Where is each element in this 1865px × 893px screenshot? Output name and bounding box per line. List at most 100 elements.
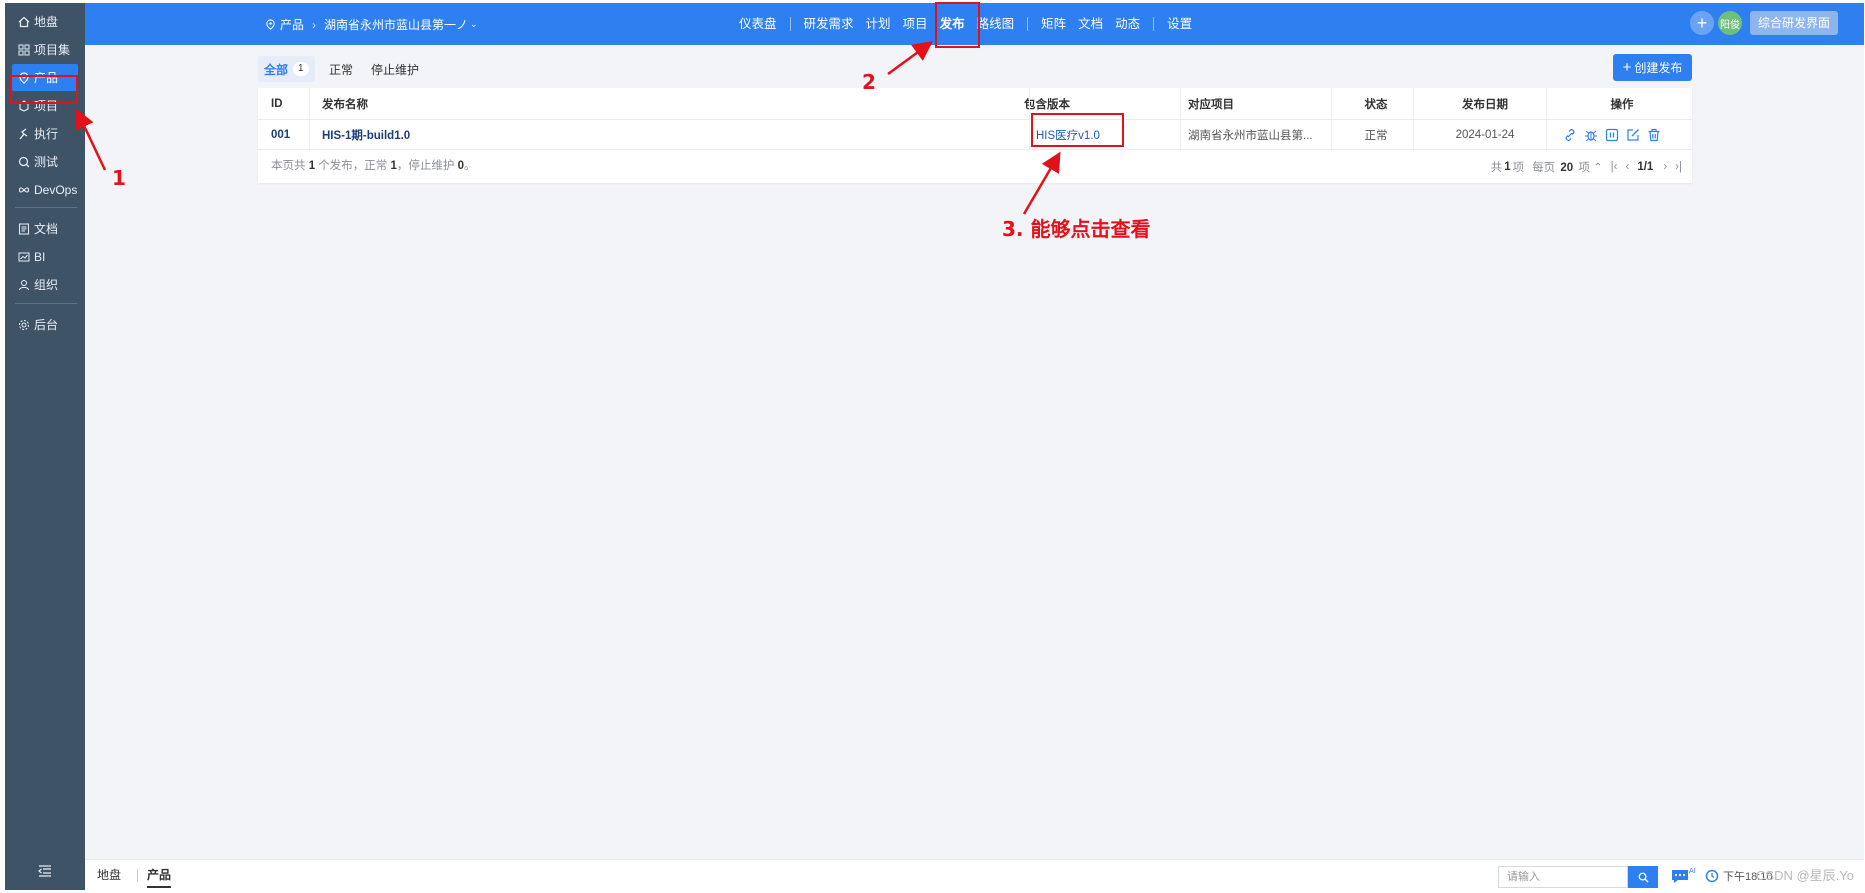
prev-page-icon[interactable]: ‹ [1625, 161, 1629, 173]
run-icon [17, 127, 30, 140]
switch-ui-button[interactable]: 综合研发界面 [1749, 11, 1838, 35]
sidebar-item-home[interactable]: 地盘 [12, 8, 78, 35]
delete-icon[interactable] [1645, 126, 1663, 144]
filter-tab-normal[interactable]: 正常 [323, 56, 359, 82]
table-header: ID 发布名称 包含版本 对应项目 状态 发布日期 操作 [258, 88, 1692, 120]
nav-matrix[interactable]: 矩阵 [1035, 3, 1072, 45]
row-actions [1561, 120, 1691, 149]
caret-down-icon: ⌃ [1593, 161, 1603, 174]
nav-settings[interactable]: 设置 [1161, 3, 1198, 45]
ai-chat-icon[interactable]: AI [1669, 866, 1697, 886]
pause-icon[interactable] [1603, 126, 1621, 144]
project-icon [17, 99, 30, 112]
search-icon[interactable] [1628, 866, 1658, 888]
filter-tab-label: 停止维护 [371, 62, 420, 77]
refresh-icon [1705, 869, 1719, 883]
gear-icon [17, 318, 30, 331]
col-actions: 操作 [1610, 98, 1634, 111]
nav-dynamic[interactable]: 动态 [1109, 3, 1146, 45]
avatar[interactable]: 阳俊 [1717, 11, 1742, 35]
row-project: 湖南省永州市蓝山县第... [1188, 129, 1313, 142]
chevron-down-icon: ⌄ [470, 19, 478, 29]
test-icon [17, 155, 30, 168]
sidebar-item-test[interactable]: 测试 [12, 148, 78, 175]
nav-roadmap[interactable]: 路线图 [971, 3, 1021, 45]
sidebar-item-doc[interactable]: 文档 [12, 215, 78, 242]
sidebar-item-org[interactable]: 组织 [12, 271, 78, 298]
chevron-right-icon: › [312, 17, 317, 32]
sidebar-item-admin[interactable]: 后台 [12, 311, 78, 338]
pagination: 共 1 项 每页 20 项 ⌃ |‹ ‹ 1/1 › ›| [1490, 159, 1682, 175]
sidebar-item-label: DevOps [34, 182, 78, 197]
table-row[interactable]: 001 HIS-1期-build1.0 HIS医疗v1.0 湖南省永州市蓝山县第… [258, 120, 1692, 150]
filter-tab-label: 正常 [329, 62, 354, 77]
create-release-button[interactable]: + 创建发布 [1613, 54, 1692, 81]
bottom-home-link[interactable]: 地盘 [97, 860, 121, 890]
row-date: 2024-01-24 [1455, 128, 1515, 141]
first-page-icon[interactable]: |‹ [1611, 161, 1618, 173]
sidebar-item-product[interactable]: 产品 [12, 64, 78, 91]
per-page-selector[interactable]: 每页 20 项 ⌃ [1532, 159, 1603, 175]
nav-divider [1153, 17, 1155, 31]
sidebar-item-label: 项目 [34, 99, 59, 113]
top-header: 产品 › 湖南省永州市蓝山县第一ノ ⌄ 仪表盘 研发需求 计划 项目 发布 路线… [85, 3, 1864, 45]
col-build[interactable]: 包含版本 [1024, 88, 1144, 119]
col-project[interactable]: 对应项目 [1188, 88, 1308, 119]
nav-plan[interactable]: 计划 [860, 3, 897, 45]
product-switcher[interactable]: 湖南省永州市蓝山县第一ノ [324, 16, 468, 33]
row-build-link[interactable]: HIS医疗v1.0 [1036, 120, 1156, 149]
bottom-search-input[interactable]: 请输入 [1498, 866, 1628, 888]
nav-dashboard[interactable]: 仪表盘 [733, 3, 783, 45]
last-page-icon[interactable]: ›| [1675, 161, 1682, 173]
nav-project[interactable]: 项目 [897, 3, 934, 45]
row-id[interactable]: 001 [271, 120, 311, 149]
grid-icon [17, 43, 30, 56]
next-page-icon[interactable]: › [1663, 161, 1667, 173]
nav-stories[interactable]: 研发需求 [798, 3, 860, 45]
sidebar: 地盘 项目集 产品 项目 执行 测试 DevOps 文档 BI 组织 后台 [5, 3, 85, 890]
filter-tab-label: 全部 [264, 62, 289, 77]
col-id[interactable]: ID [271, 88, 311, 119]
link-icon[interactable] [1561, 126, 1579, 144]
sidebar-divider [15, 303, 77, 304]
bottom-divider [137, 869, 138, 882]
location-icon [265, 19, 276, 30]
release-table: ID 发布名称 包含版本 对应项目 状态 发布日期 操作 001 HIS-1期-… [258, 88, 1692, 183]
home-icon [17, 15, 30, 28]
page-indicator: 1/1 [1637, 160, 1654, 173]
nav-divider [789, 17, 791, 31]
col-date[interactable]: 发布日期 [1418, 88, 1552, 119]
nav-divider [1027, 17, 1029, 31]
row-status: 正常 [1364, 129, 1388, 142]
sidebar-item-devops[interactable]: DevOps [12, 176, 78, 203]
nav-doc[interactable]: 文档 [1072, 3, 1109, 45]
bottom-current-app[interactable]: 产品 [147, 864, 172, 888]
row-release-name[interactable]: HIS-1期-build1.0 [322, 120, 622, 149]
total-count: 1 [1504, 160, 1511, 173]
product-icon [17, 71, 30, 84]
filter-tab-all[interactable]: 全部 1 [258, 56, 315, 82]
header-actions: + 阳俊 综合研发界面 [1689, 11, 1838, 35]
edit-icon[interactable] [1624, 126, 1642, 144]
bug-icon[interactable] [1582, 126, 1600, 144]
col-status[interactable]: 状态 [1336, 88, 1416, 119]
create-release-label: 创建发布 [1634, 61, 1683, 75]
filter-count-badge: 1 [293, 62, 309, 76]
sidebar-divider [15, 207, 77, 208]
sidebar-item-label: 地盘 [34, 15, 59, 29]
col-name[interactable]: 发布名称 [322, 88, 622, 119]
sidebar-item-label: BI [34, 249, 46, 264]
sidebar-item-program[interactable]: 项目集 [12, 36, 78, 63]
table-footer: 本页共 1 个发布，正常 1，停止维护 0。 共 1 项 每页 20 项 ⌃ |… [258, 150, 1692, 183]
collapse-sidebar-icon[interactable] [38, 865, 52, 877]
breadcrumb-module[interactable]: 产品 [280, 16, 304, 33]
sidebar-item-execution[interactable]: 执行 [12, 120, 78, 147]
sidebar-item-label: 产品 [34, 71, 59, 85]
nav-release[interactable]: 发布 [934, 3, 971, 45]
sidebar-item-bi[interactable]: BI [12, 243, 78, 270]
doc-icon [17, 222, 30, 235]
plus-icon: + [1622, 59, 1632, 76]
add-icon[interactable]: + [1689, 11, 1714, 35]
sidebar-item-project[interactable]: 项目 [12, 92, 78, 119]
filter-tab-stopped[interactable]: 停止维护 [365, 56, 425, 82]
